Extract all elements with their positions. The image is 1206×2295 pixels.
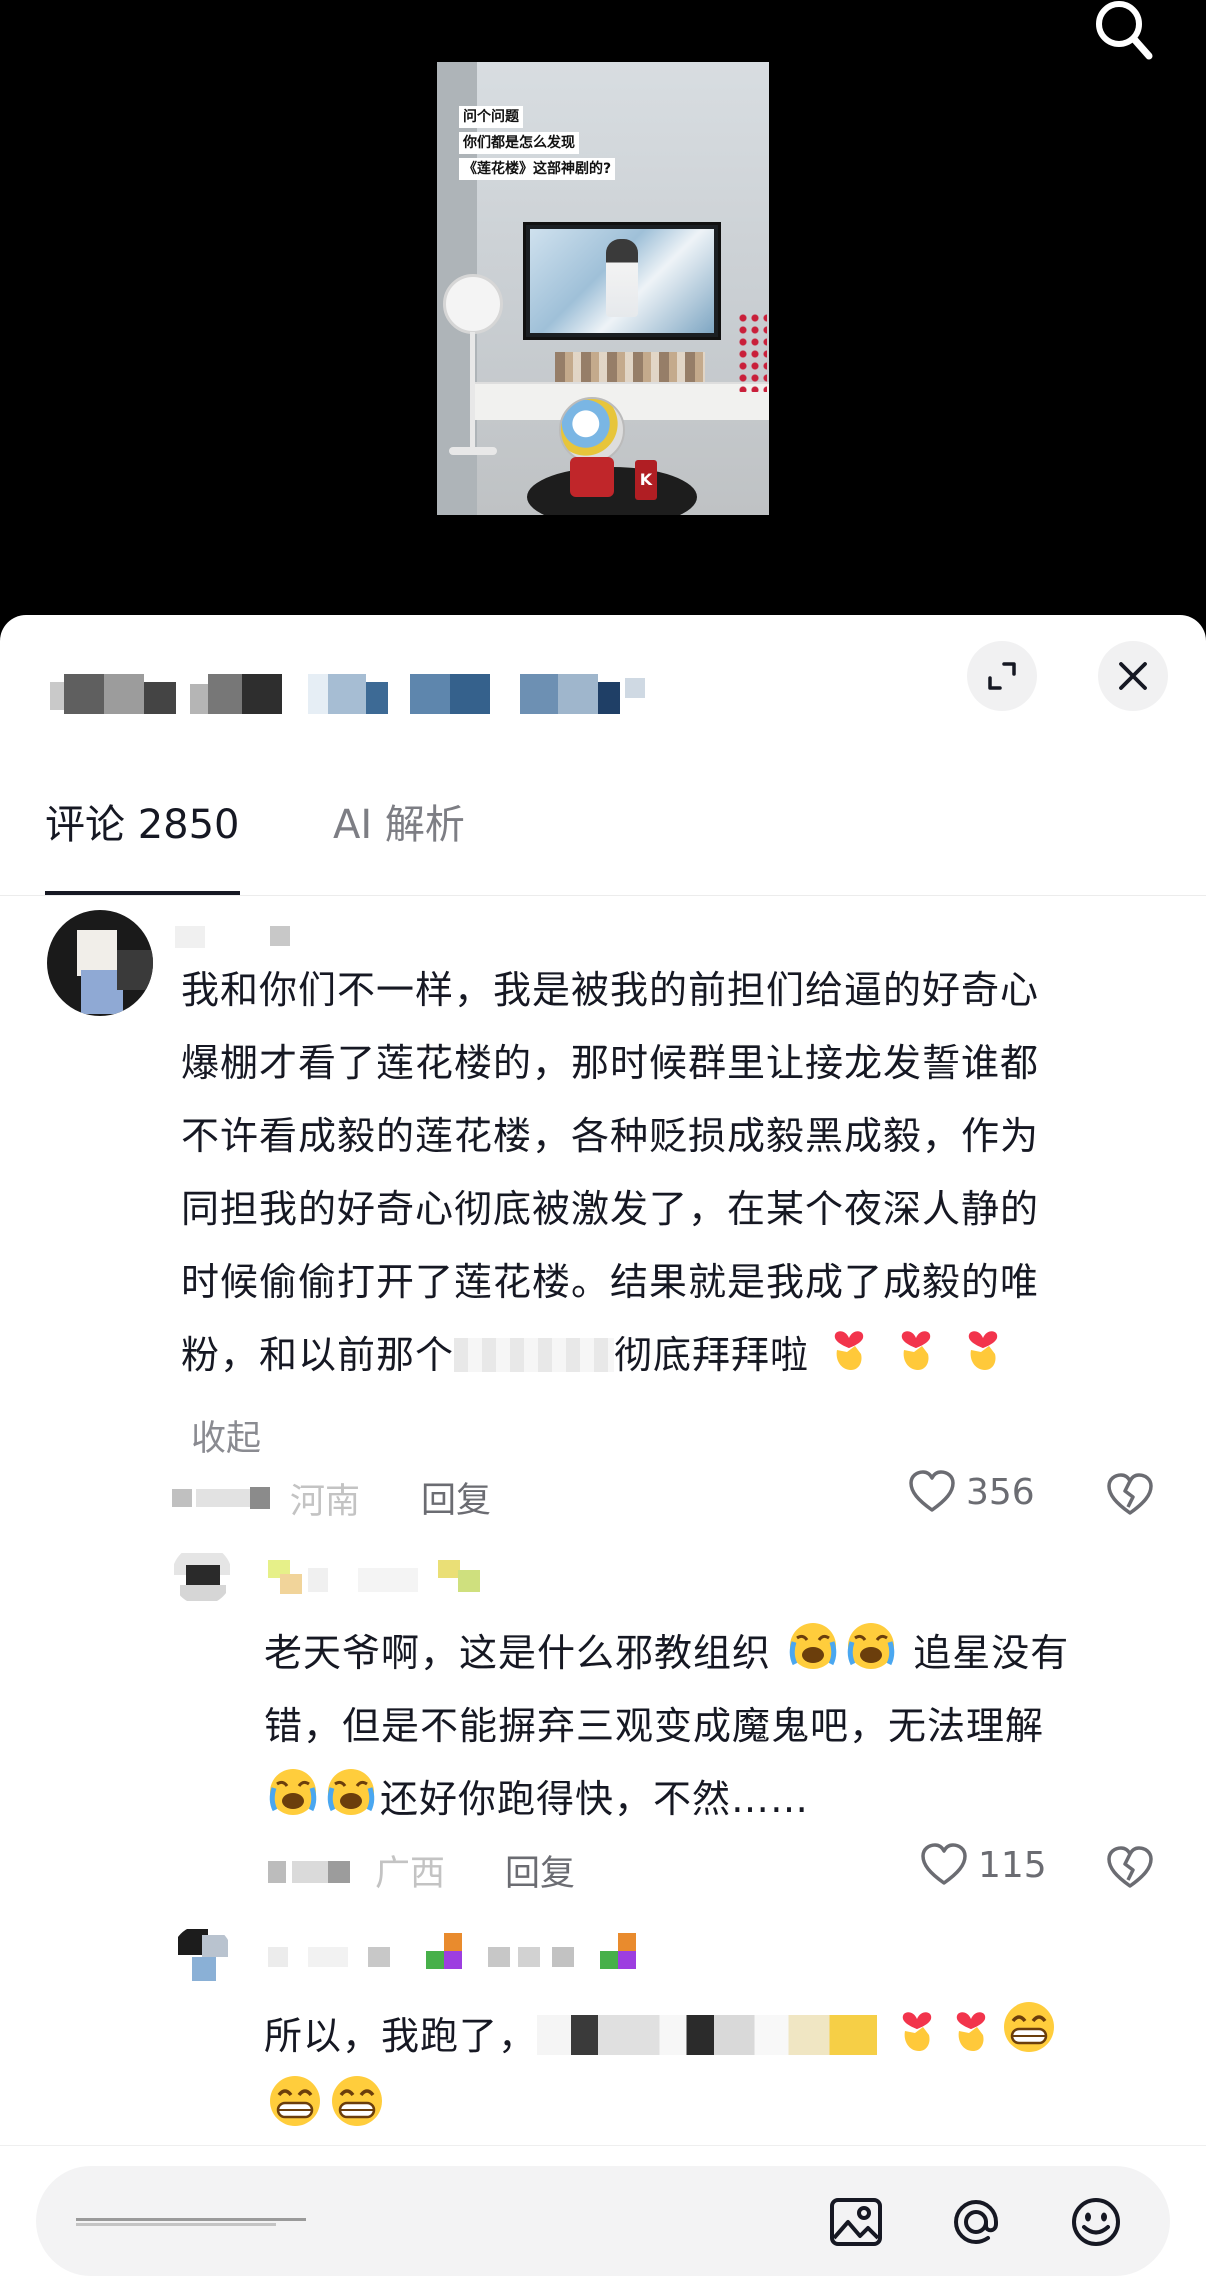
obscured-date (172, 1483, 292, 1513)
crying-emoji (789, 1623, 837, 1669)
like-count: 115 (978, 1844, 1047, 1886)
emoji-button[interactable] (1066, 2192, 1126, 2252)
tab-ai-analysis[interactable]: AI 解析 (333, 785, 465, 895)
video-caption: 问个问题 你们都是怎么发现 《莲花楼》这部神剧的? (459, 106, 616, 184)
location: 广西 (375, 1854, 446, 1894)
expand-icon (988, 662, 1016, 690)
dislike-icon (1107, 1473, 1153, 1515)
caption-line: 你们都是怎么发现 (459, 132, 579, 154)
obscured-text (454, 1338, 615, 1372)
heart-hands-emoji (901, 1331, 931, 1370)
fan-image (443, 274, 503, 334)
grin-emoji (1004, 2002, 1055, 2052)
expand-button[interactable] (967, 641, 1037, 711)
comment-input[interactable] (36, 2166, 1170, 2276)
grin-emoji (270, 2076, 320, 2126)
video-area[interactable]: K 问个问题 你们都是怎么发现 《莲花楼》这部神剧的? (0, 0, 1206, 620)
obscured-username (268, 1560, 498, 1596)
reply-button[interactable]: 回复 (421, 1472, 491, 1523)
avatar[interactable] (47, 910, 153, 1016)
comment-input-bar (0, 2145, 1206, 2295)
emoji-icon (1072, 2198, 1120, 2246)
like-button[interactable]: 115 (920, 1843, 1047, 1887)
heart-hands-emoji (969, 1331, 998, 1370)
caption-line: 《莲花楼》这部神剧的? (459, 158, 616, 180)
crying-emoji (847, 1623, 895, 1669)
shelf-image (555, 352, 705, 384)
at-icon (953, 2199, 998, 2245)
image-button[interactable] (826, 2192, 886, 2252)
tv-image (523, 222, 721, 340)
obscured-username (268, 1933, 668, 1983)
obscured-title (50, 670, 650, 720)
obscured-placeholder (76, 2212, 326, 2232)
heart-hands-emoji (956, 2012, 986, 2051)
like-button[interactable]: 356 (908, 1470, 1035, 1514)
obscured-username (175, 920, 295, 950)
mention-button[interactable] (946, 2192, 1006, 2252)
heart-hands-emoji (902, 2012, 932, 2051)
heart-hands-emoji (834, 1331, 864, 1370)
collapse-button[interactable]: 收起 (191, 1410, 261, 1461)
comment-text: 我和你们不一样，我是被我的前担们给逼的好奇心 爆棚才看了莲花楼的，那时候群里让接… (181, 968, 1040, 1377)
image-icon (830, 2198, 882, 2246)
close-button[interactable] (1098, 641, 1168, 711)
tab-comments[interactable]: 评论 2850 (45, 785, 240, 895)
video-thumbnail[interactable]: K 问个问题 你们都是怎么发现 《莲花楼》这部神剧的? (437, 62, 769, 515)
comment-panel: 评论 2850 AI 解析 我和你们不一样，我是被我的前担们给逼的好奇心 爆棚才… (0, 615, 1206, 2295)
tab-bar: 评论 2850 AI 解析 (0, 785, 1206, 896)
heart-icon (921, 1843, 967, 1885)
crying-emoji (269, 1769, 317, 1815)
dislike-button[interactable] (1106, 1473, 1154, 1521)
toy-robot-image (559, 397, 625, 463)
cabinet-image (475, 382, 769, 420)
reply-button[interactable]: 回复 (505, 1845, 575, 1896)
grin-emoji (332, 2076, 382, 2126)
reply-text: 老天爷啊，这是什么邪教组织 追星没有 错，但是不能摒弃三观变成魔鬼吧，无法理解 … (264, 1617, 1164, 1836)
dislike-button[interactable] (1106, 1846, 1154, 1894)
crying-emoji (327, 1769, 375, 1815)
cup-image: K (635, 460, 657, 500)
reply-text: 所以，我跑了， (264, 1999, 1164, 2147)
close-icon (1119, 662, 1147, 690)
location: 河南 (290, 1482, 361, 1522)
avatar[interactable] (172, 1925, 232, 1985)
dislike-icon (1107, 1846, 1153, 1888)
heart-icon (909, 1470, 955, 1512)
flower-image (737, 312, 767, 392)
search-button[interactable] (1085, 0, 1155, 66)
obscured-date (268, 1855, 368, 1885)
like-count: 356 (966, 1471, 1035, 1513)
avatar[interactable] (172, 1545, 232, 1605)
obscured-text (537, 2015, 878, 2055)
search-icon (1096, 1, 1153, 60)
caption-line: 问个问题 (459, 106, 523, 128)
